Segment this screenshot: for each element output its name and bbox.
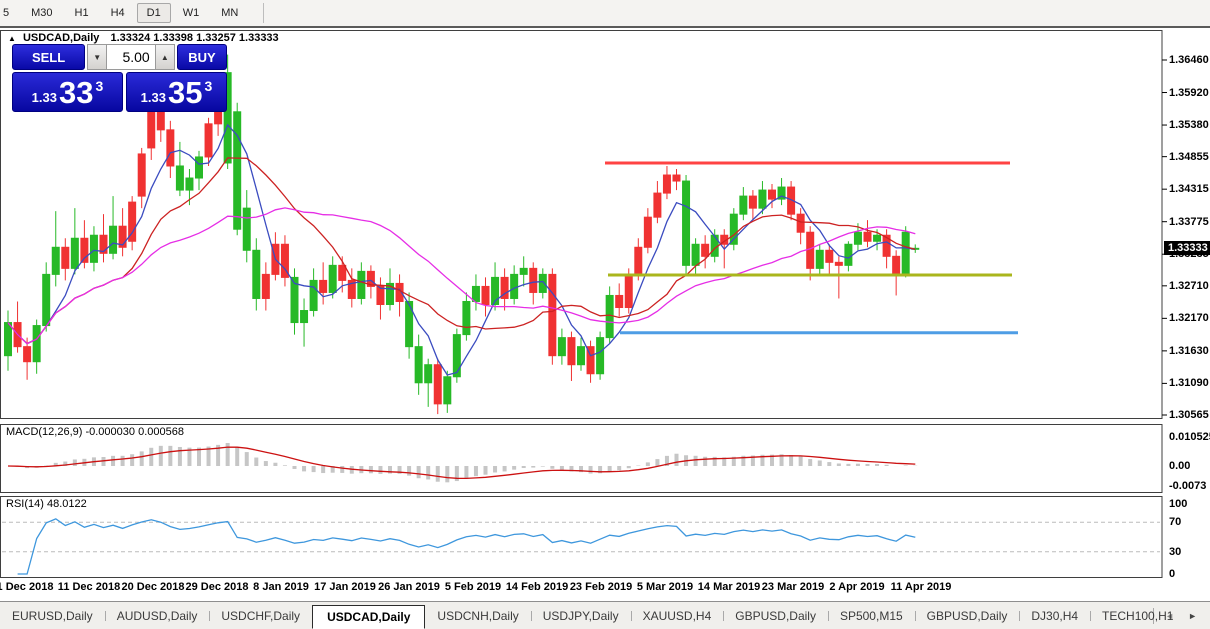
price-axis-label: 1.33775 [1169, 216, 1209, 228]
chart-tab-xauusd-h4[interactable]: XAUUSD,H4 [631, 605, 724, 627]
bid-point: 3 [95, 78, 103, 94]
timeframe-button-W1[interactable]: W1 [173, 3, 210, 23]
price-axis-label: 1.36460 [1169, 54, 1209, 66]
price-axis-label: 1.35920 [1169, 87, 1209, 99]
timeframe-button-M30[interactable]: M30 [21, 3, 62, 23]
ask-quote-button[interactable]: 1.33 35 3 [126, 72, 227, 112]
date-axis-label: 2 Apr 2019 [829, 581, 884, 593]
date-axis-label: 20 Dec 2018 [122, 581, 185, 593]
lot-size-input[interactable]: 5.00 [107, 44, 154, 70]
date-axis-label: 17 Jan 2019 [314, 581, 376, 593]
symbol-label: USDCAD,Daily [23, 32, 99, 44]
collapse-panel-icon[interactable]: ▲ [8, 34, 16, 43]
chart-tab-gbpusd-daily[interactable]: GBPUSD,Daily [915, 605, 1020, 627]
rsi-axis-label: 70 [1169, 516, 1181, 528]
ask-point: 3 [204, 78, 212, 94]
timeframe-button-5[interactable]: 5 [0, 3, 19, 23]
date-axis-label: 14 Mar 2019 [698, 581, 760, 593]
toolbar-divider [263, 3, 264, 23]
rsi-indicator-label: RSI(14) 48.0122 [6, 498, 87, 510]
macd-axis-label: 0.010525 [1169, 431, 1210, 443]
price-axis-label: 1.34855 [1169, 151, 1209, 163]
chart-tab-usdcad-daily[interactable]: USDCAD,Daily [312, 605, 425, 629]
date-axis-label: 11 Dec 2018 [58, 581, 120, 593]
date-axis-label: 11 Apr 2019 [891, 581, 952, 593]
date-axis-label: 8 Jan 2019 [253, 581, 309, 593]
date-axis-label: 14 Feb 2019 [506, 581, 568, 593]
date-axis-label: 29 Dec 2018 [186, 581, 249, 593]
timeframe-button-H4[interactable]: H4 [101, 3, 135, 23]
chart-tab-eurusd-daily[interactable]: EURUSD,Daily [0, 605, 105, 627]
price-axis-label: 1.32710 [1169, 280, 1209, 292]
price-axis-label: 1.30565 [1169, 409, 1209, 421]
price-axis-label: 1.32170 [1169, 312, 1209, 324]
price-chart-canvas[interactable] [0, 28, 1210, 629]
sell-button[interactable]: SELL [12, 44, 85, 70]
bid-pips: 33 [59, 78, 93, 108]
spin-down-icon: ▼ [93, 53, 101, 62]
chart-tab-audusd-daily[interactable]: AUDUSD,Daily [105, 605, 210, 627]
chart-tab-usdcnh-daily[interactable]: USDCNH,Daily [425, 605, 530, 627]
chart-tab-usdjpy-daily[interactable]: USDJPY,Daily [531, 605, 631, 627]
one-click-trade-panel: SELL ▼ 5.00 ▲ BUY 1.33 33 3 1.33 35 3 [12, 44, 227, 112]
buy-button[interactable]: BUY [177, 44, 227, 70]
price-axis-label: 1.35380 [1169, 119, 1209, 131]
bid-prefix: 1.33 [32, 90, 57, 105]
chart-tab-tech100-h1[interactable]: TECH100,H1 [1090, 605, 1185, 627]
price-axis-label: 1.34315 [1169, 183, 1209, 195]
chart-symbol-header[interactable]: ▲ USDCAD,Daily 1.33324 1.33398 1.33257 1… [8, 32, 279, 44]
spin-up-icon: ▲ [161, 53, 169, 62]
rsi-axis-label: 30 [1169, 546, 1181, 558]
date-axis-label: 1 Dec 2018 [0, 581, 53, 593]
date-axis-label: 5 Mar 2019 [637, 581, 693, 593]
ask-prefix: 1.33 [141, 90, 166, 105]
rsi-axis-label: 100 [1169, 498, 1187, 510]
macd-axis-label: 0.00 [1169, 460, 1190, 472]
chart-tab-sp500-m15[interactable]: SP500,M15 [828, 605, 915, 627]
chart-tab-bar: EURUSD,DailyAUDUSD,DailyUSDCHF,DailyUSDC… [0, 601, 1210, 629]
timeframe-button-H1[interactable]: H1 [65, 3, 99, 23]
lot-decrease-button[interactable]: ▼ [87, 44, 107, 70]
price-axis-label: 1.31090 [1169, 377, 1209, 389]
macd-axis-label: -0.0073 [1169, 480, 1206, 492]
date-axis-label: 23 Feb 2019 [570, 581, 632, 593]
macd-indicator-label: MACD(12,26,9) -0.000030 0.000568 [6, 426, 184, 438]
timeframe-button-MN[interactable]: MN [211, 3, 248, 23]
chart-window: ▲ USDCAD,Daily 1.33324 1.33398 1.33257 1… [0, 28, 1210, 601]
current-price-badge: 1.33333 [1164, 241, 1210, 255]
rsi-axis-label: 0 [1169, 568, 1175, 580]
date-axis-label: 5 Feb 2019 [445, 581, 501, 593]
chart-tab-dj30-h4[interactable]: DJ30,H4 [1019, 605, 1090, 627]
chart-tab-gbpusd-daily[interactable]: GBPUSD,Daily [723, 605, 828, 627]
ohlc-values: 1.33324 1.33398 1.33257 1.33333 [110, 32, 278, 44]
lot-increase-button[interactable]: ▲ [155, 44, 175, 70]
timeframe-button-D1[interactable]: D1 [137, 3, 171, 23]
date-axis-label: 23 Mar 2019 [762, 581, 824, 593]
timeframe-toolbar: 5M30H1H4D1W1MN [0, 0, 1210, 28]
price-axis-label: 1.31630 [1169, 345, 1209, 357]
ask-pips: 35 [168, 78, 202, 108]
mt4-terminal: 5M30H1H4D1W1MN ▲ USDCAD,Daily 1.33324 1.… [0, 0, 1210, 629]
chart-tab-usdchf-daily[interactable]: USDCHF,Daily [209, 605, 312, 627]
bid-quote-button[interactable]: 1.33 33 3 [12, 72, 123, 112]
date-axis-label: 26 Jan 2019 [378, 581, 440, 593]
